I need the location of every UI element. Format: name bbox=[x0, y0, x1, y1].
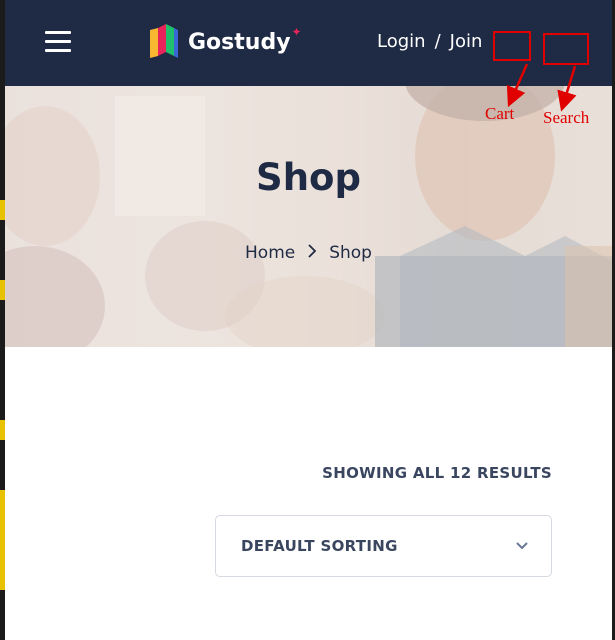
page-frame: Gostudy ✦ Login / Join Cart Search Shop … bbox=[0, 0, 615, 640]
menu-line-top bbox=[45, 31, 71, 34]
page-hero: Shop Home Shop bbox=[5, 86, 612, 347]
join-link[interactable]: Join bbox=[450, 31, 483, 52]
logo-text: Gostudy bbox=[188, 29, 291, 55]
sorting-selected-value: DEFAULT SORTING bbox=[241, 537, 398, 555]
cart-annotation-label: Cart bbox=[485, 104, 515, 123]
chevron-right-icon bbox=[307, 244, 317, 262]
hamburger-menu-icon[interactable] bbox=[45, 31, 71, 53]
breadcrumb-current: Shop bbox=[329, 243, 372, 263]
sorting-select[interactable]: DEFAULT SORTING bbox=[215, 515, 552, 577]
gostudy-logo-icon bbox=[150, 24, 178, 58]
page-title: Shop bbox=[256, 156, 361, 199]
left-edge-strip bbox=[0, 0, 5, 640]
login-link[interactable]: Login bbox=[377, 31, 426, 52]
site-logo[interactable]: Gostudy ✦ bbox=[148, 22, 302, 62]
hero-overlay bbox=[5, 86, 612, 347]
cart-button[interactable] bbox=[493, 31, 531, 61]
results-count: SHOWING ALL 12 RESULTS bbox=[322, 464, 552, 482]
search-annotation-label: Search bbox=[543, 108, 590, 127]
auth-separator: / bbox=[434, 31, 441, 52]
chevron-down-icon bbox=[516, 542, 528, 550]
auth-links: Login / Join bbox=[377, 31, 482, 52]
menu-line-middle bbox=[45, 40, 71, 43]
logo-spark-icon: ✦ bbox=[291, 25, 302, 39]
breadcrumb: Home Shop bbox=[5, 243, 612, 263]
breadcrumb-home-link[interactable]: Home bbox=[245, 243, 295, 263]
search-button[interactable] bbox=[543, 33, 589, 65]
menu-line-bottom bbox=[45, 49, 71, 52]
